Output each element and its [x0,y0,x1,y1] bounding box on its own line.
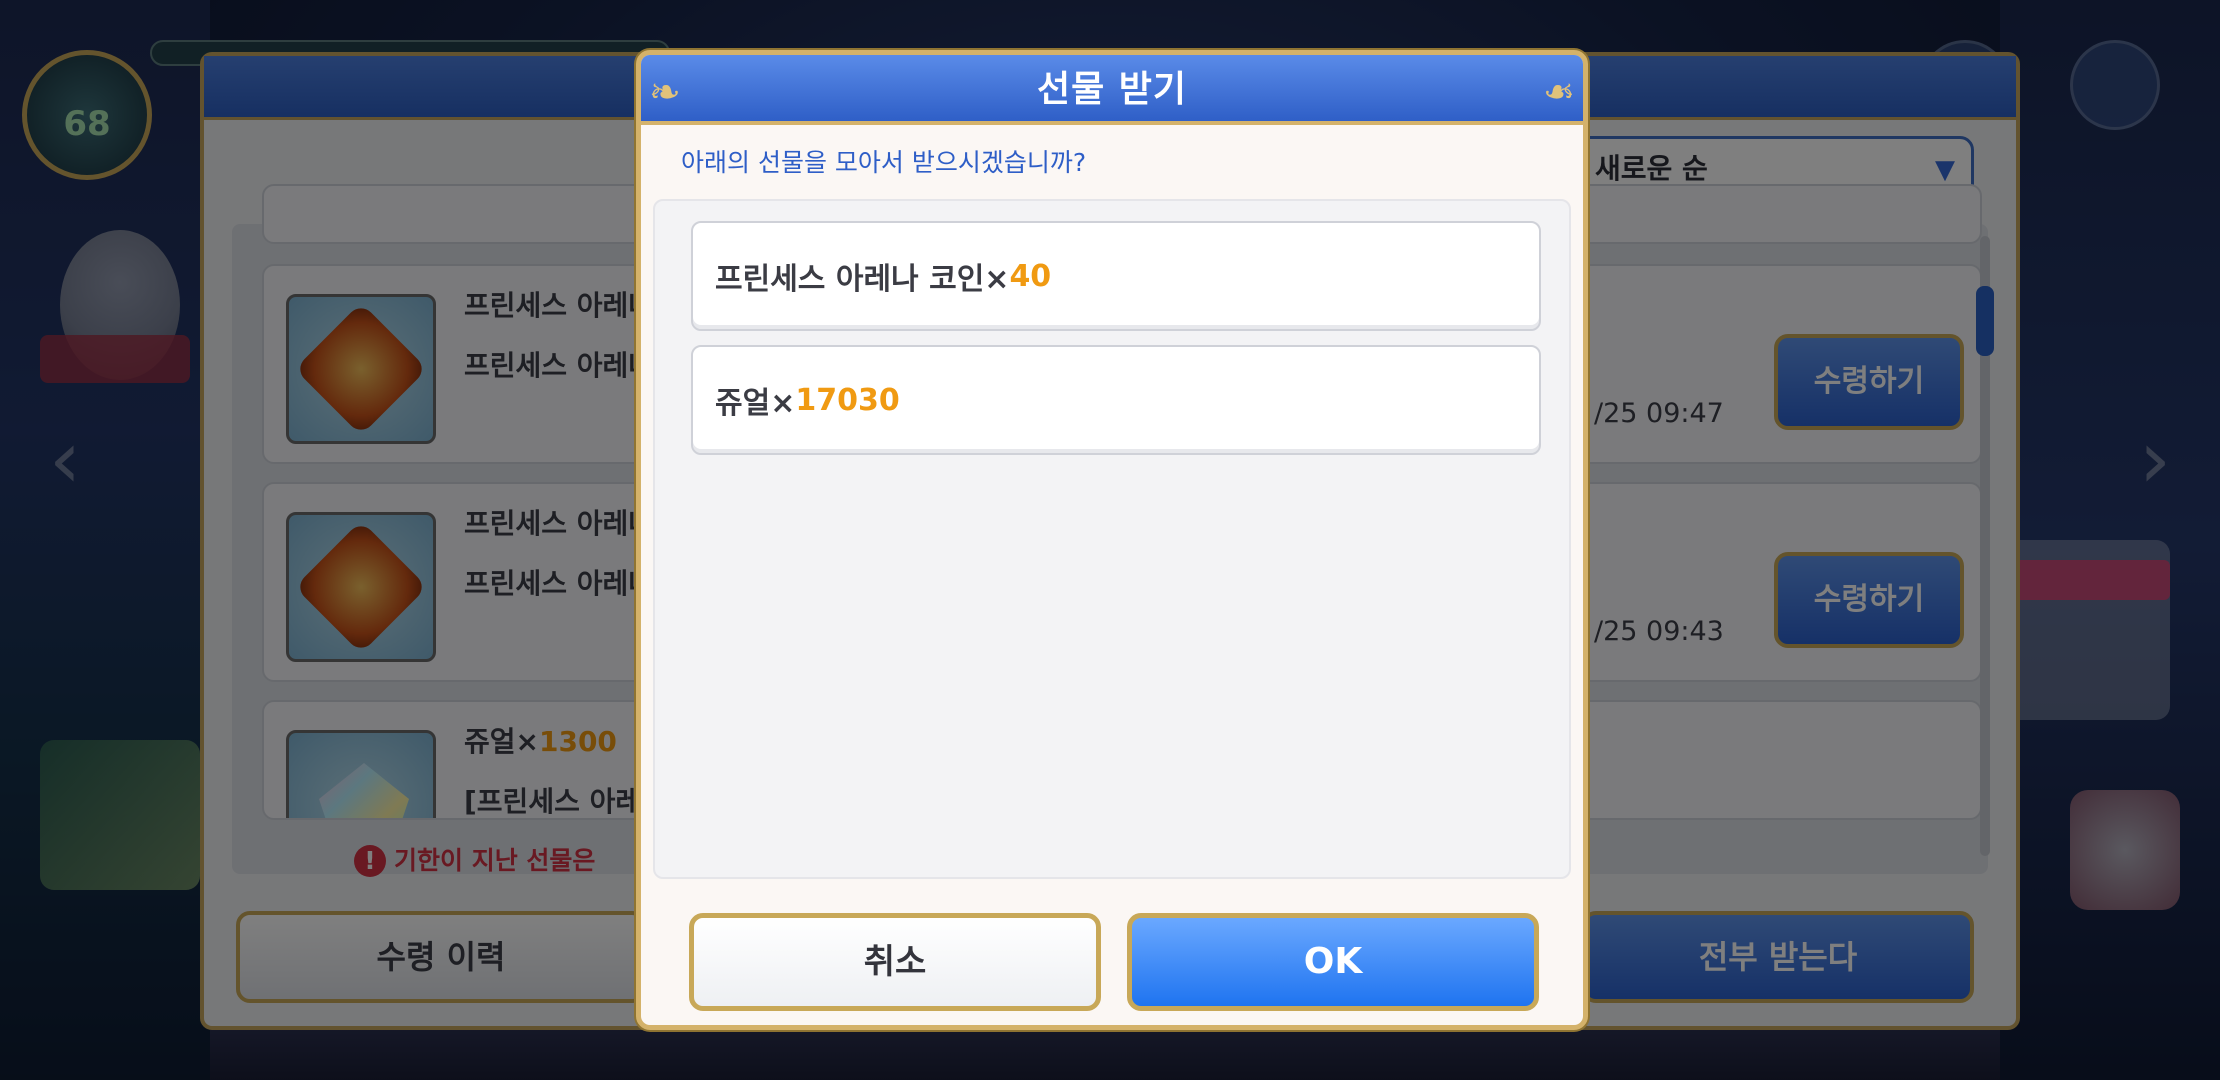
dialog-gift-item: 프린세스 아레나 코인× 40 [691,221,1541,331]
gift-item-amount: 17030 [795,382,900,418]
ok-button[interactable]: OK [1127,913,1539,1011]
gift-item-amount: 40 [1009,258,1052,294]
dialog-gift-item: 쥬얼× 17030 [691,345,1541,455]
cancel-button[interactable]: 취소 [689,913,1101,1011]
gift-item-name: 쥬얼× [715,386,796,421]
gift-item-name: 프린세스 아레나 코인× [715,262,1010,297]
dialog-question: 아래의 선물을 모아서 받으시겠습니까? [681,148,1087,177]
dialog-title: 선물 받기 [641,55,1583,127]
receive-gift-dialog: 선물 받기 아래의 선물을 모아서 받으시겠습니까? 프린세스 아레나 코인×4… [636,50,1588,1030]
dialog-gift-list: 프린세스 아레나 코인× 40 쥬얼× 17030 [653,199,1571,879]
